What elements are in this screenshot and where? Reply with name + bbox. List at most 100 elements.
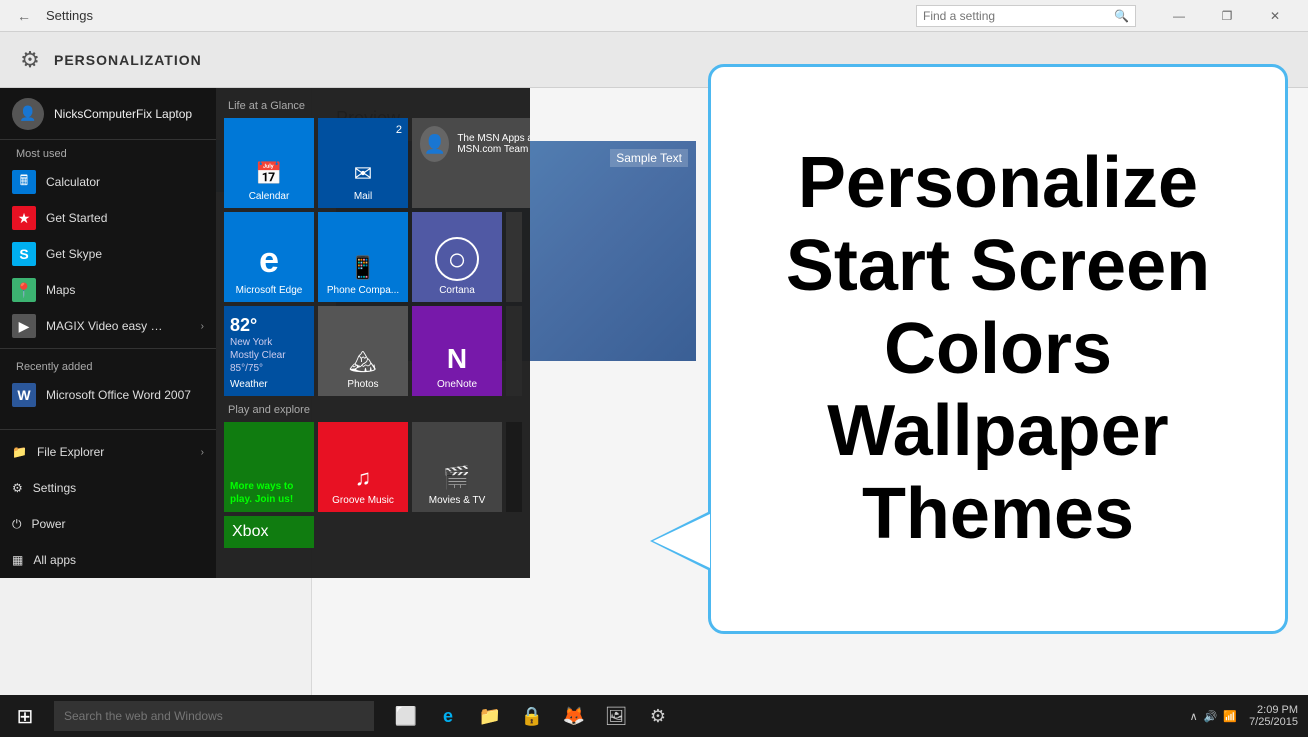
start-menu-user: 👤 NicksComputerFix Laptop xyxy=(0,88,216,140)
taskbar-explorer[interactable]: 📁 xyxy=(470,695,510,737)
tile-xbox[interactable]: Xbox xyxy=(224,516,314,548)
file-explorer-label: File Explorer xyxy=(37,445,104,459)
divider-1 xyxy=(0,348,216,349)
msn-label: The MSN Apps and MSN.com Team xyxy=(457,133,530,155)
calendar-tile-label: Calendar xyxy=(249,191,290,202)
edge-tile-icon: e xyxy=(259,239,279,281)
settings-bottom-label: Settings xyxy=(33,481,76,495)
bottom-all-apps[interactable]: ▦ All apps xyxy=(0,542,216,578)
tile-calendar[interactable]: 📅 Calendar xyxy=(224,118,314,208)
phone-tile-icon: 📱 xyxy=(349,255,376,281)
app-get-started[interactable]: ★ Get Started xyxy=(0,200,216,236)
gear-icon: ⚙ xyxy=(16,46,44,74)
app-maps[interactable]: 📍 Maps xyxy=(0,272,216,308)
taskbar-lock[interactable]: 🔒 xyxy=(512,695,552,737)
callout-text: PersonalizeStart ScreenColorsWallpaperTh… xyxy=(786,142,1210,556)
taskbar-firefox[interactable]: 🦊 xyxy=(554,695,594,737)
groove-tile-icon: ♫ xyxy=(355,465,372,491)
app-magix[interactable]: ▶ MAGIX Video easy 3 H... › xyxy=(0,308,216,344)
msn-tile-content: 👤 The MSN Apps and MSN.com Team xyxy=(420,126,530,162)
app-get-skype[interactable]: S Get Skype xyxy=(0,236,216,272)
maps-label: Maps xyxy=(46,283,75,297)
tile-movies[interactable]: 🎬 Movies & TV xyxy=(412,422,502,512)
photos-tile-label: Photos xyxy=(347,379,378,390)
bottom-file-explorer[interactable]: 📁 File Explorer › xyxy=(0,434,216,470)
minimize-button[interactable]: — xyxy=(1156,0,1202,32)
settings-search-input[interactable] xyxy=(923,9,1114,23)
taskbar-settings[interactable]: ⚙ xyxy=(638,695,678,737)
settings-section-title: PERSONALIZATION xyxy=(54,52,202,68)
tile-onenote[interactable]: N OneNote xyxy=(412,306,502,396)
tile-phone[interactable]: 📱 Phone Compa... xyxy=(318,212,408,302)
get-started-label: Get Started xyxy=(46,211,107,225)
settings-search-box[interactable]: 🔍 xyxy=(916,5,1136,27)
tiles-row-4: More ways to play. Join us! ♫ Groove Mus… xyxy=(224,422,522,512)
tile-xbox-promo[interactable]: More ways to play. Join us! xyxy=(224,422,314,512)
close-button[interactable]: ✕ xyxy=(1252,0,1298,32)
taskbar-search-box[interactable] xyxy=(54,701,374,731)
tile-weather[interactable]: 82° New YorkMostly Clear85°/75° Weather xyxy=(224,306,314,396)
msn-text: The MSN Apps and MSN.com Team xyxy=(457,133,530,155)
tile-groove[interactable]: ♫ Groove Music xyxy=(318,422,408,512)
taskbar-search-input[interactable] xyxy=(64,709,364,723)
tiles-row-3: 82° New YorkMostly Clear85°/75° Weather … xyxy=(224,306,522,396)
callout-pointer-inner xyxy=(653,514,710,568)
app-word[interactable]: W Microsoft Office Word 2007 xyxy=(0,377,216,413)
tile-photos[interactable]: 🏔 Photos xyxy=(318,306,408,396)
start-button[interactable]: ⊞ xyxy=(0,695,50,737)
file-explorer-icon: 📁 xyxy=(12,445,27,459)
magix-icon: ▶ xyxy=(12,314,36,338)
power-icon: ⏻ xyxy=(12,517,22,532)
edge-tile-label: Microsoft Edge xyxy=(236,285,303,296)
mail-tile-icon: ✉ xyxy=(354,161,372,187)
mail-badge: 2 xyxy=(396,124,402,136)
maximize-button[interactable]: ❐ xyxy=(1204,0,1250,32)
word-label: Microsoft Office Word 2007 xyxy=(46,388,191,402)
user-avatar: 👤 xyxy=(12,98,44,130)
taskbar-apps: ⬜ e 📁 🔒 🦊 🖼 ⚙ xyxy=(378,695,686,737)
calculator-icon: 🖩 xyxy=(12,170,36,194)
weather-tile-label: Weather xyxy=(230,379,268,390)
username-label: NicksComputerFix Laptop xyxy=(54,107,192,121)
search-icon: 🔍 xyxy=(1114,9,1129,23)
taskbar-photos[interactable]: 🖼 xyxy=(596,695,636,737)
taskbar-task-view[interactable]: ⬜ xyxy=(386,695,426,737)
word-icon: W xyxy=(12,383,36,407)
weather-info: New YorkMostly Clear85°/75° xyxy=(230,336,286,375)
window-title: Settings xyxy=(46,8,93,23)
skype-label: Get Skype xyxy=(46,247,102,261)
photos-tile-icon: 🏔 xyxy=(349,349,377,375)
tray-network-icon[interactable]: 📶 xyxy=(1223,710,1237,723)
tile-cortana[interactable]: ○ Cortana xyxy=(412,212,502,302)
tiles-row-2: e Microsoft Edge 📱 Phone Compa... ○ Cort… xyxy=(224,212,522,302)
taskbar-clock[interactable]: 2:09 PM 7/25/2015 xyxy=(1249,704,1298,728)
mail-tile-label: Mail xyxy=(354,191,372,202)
tile-edge[interactable]: e Microsoft Edge xyxy=(224,212,314,302)
tile-placeholder1 xyxy=(506,212,522,302)
recently-added-label: Recently added xyxy=(0,353,216,377)
divider-2 xyxy=(0,429,216,430)
taskbar-edge[interactable]: e xyxy=(428,695,468,737)
taskbar-date-display: 7/25/2015 xyxy=(1249,716,1298,728)
back-button[interactable]: ← xyxy=(10,2,38,30)
window-controls: — ❐ ✕ xyxy=(1156,0,1298,32)
get-started-icon: ★ xyxy=(12,206,36,230)
magix-label: MAGIX Video easy 3 H... xyxy=(46,319,166,333)
all-apps-icon: ▦ xyxy=(12,553,23,567)
movies-tile-icon: 🎬 xyxy=(443,465,470,491)
tiles-row-5: Xbox xyxy=(224,516,522,548)
tray-expand-icon[interactable]: ∧ xyxy=(1190,710,1198,723)
weather-temp: 82° xyxy=(230,315,257,336)
msn-avatar-icon: 👤 xyxy=(420,126,449,162)
all-apps-label: All apps xyxy=(33,553,76,567)
avatar-icon: 👤 xyxy=(19,105,36,122)
bottom-power[interactable]: ⏻ Power xyxy=(0,506,216,542)
bottom-settings[interactable]: ⚙ Settings xyxy=(0,470,216,506)
tile-mail[interactable]: ✉ Mail 2 xyxy=(318,118,408,208)
app-calculator[interactable]: 🖩 Calculator xyxy=(0,164,216,200)
start-menu: 👤 NicksComputerFix Laptop Most used 🖩 Ca… xyxy=(0,88,530,578)
phone-tile-label: Phone Compa... xyxy=(327,285,399,296)
tile-msn[interactable]: 👤 The MSN Apps and MSN.com Team xyxy=(412,118,530,208)
tray-volume-icon[interactable]: 🔊 xyxy=(1204,710,1218,723)
tile-placeholder3 xyxy=(506,422,522,512)
